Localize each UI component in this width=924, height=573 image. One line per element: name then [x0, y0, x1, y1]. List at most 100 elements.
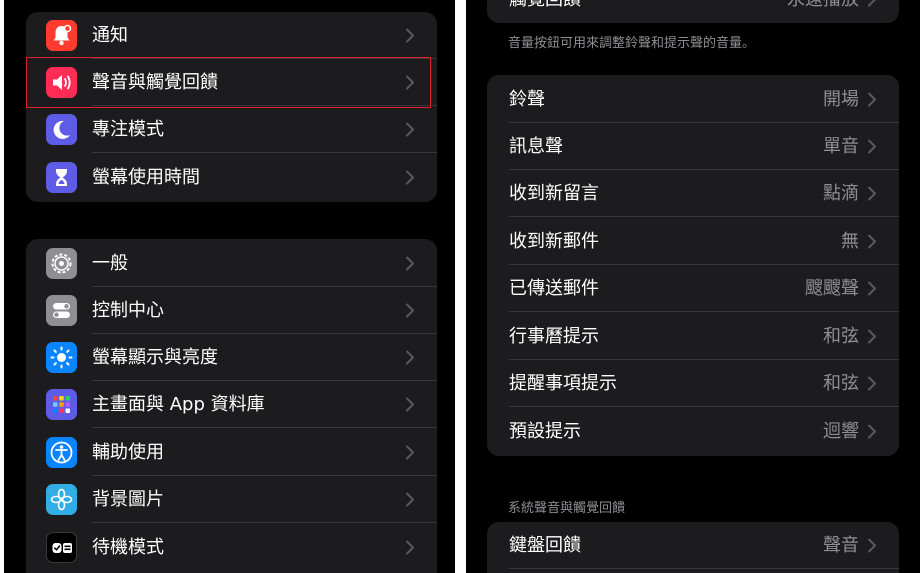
chevron-right-icon — [406, 350, 414, 365]
settings-item-calendar-alerts[interactable]: 行事曆提示 和弦 — [487, 313, 899, 360]
row-separator — [92, 427, 437, 428]
settings-item-label: 鍵盤回饋 — [509, 535, 581, 556]
settings-item-reminder-alerts[interactable]: 提醒事項提示 和弦 — [487, 360, 899, 407]
settings-item-label: 螢幕顯示與亮度 — [92, 347, 218, 368]
chevron-right-icon — [406, 540, 414, 555]
row-separator — [92, 522, 437, 523]
chevron-right-icon — [406, 256, 414, 271]
chevron-right-icon — [868, 234, 876, 249]
row-separator — [509, 406, 899, 407]
chevron-right-icon — [868, 281, 876, 296]
settings-item-label: 鈴聲 — [509, 89, 545, 110]
settings-item-standby[interactable]: 待機模式 — [26, 524, 437, 571]
sounds-haptics-panel: 觸覺回饋 永遠播放 音量按鈕可用來調整鈴聲和提示聲的音量。 鈴聲 開場 訊息聲 … — [466, 0, 920, 573]
chevron-right-icon — [406, 492, 414, 507]
settings-item-label: 收到新留言 — [509, 183, 599, 204]
settings-item-focus[interactable]: 專注模式 — [26, 106, 437, 153]
chevron-right-icon — [406, 122, 414, 137]
settings-item-default-alerts[interactable]: 預設提示 迴響 — [487, 408, 899, 455]
bell-icon — [46, 20, 77, 51]
settings-item-label: 訊息聲 — [509, 136, 563, 157]
settings-item-label: 已傳送郵件 — [509, 278, 599, 299]
settings-item-ringtone[interactable]: 鈴聲 開場 — [487, 76, 899, 123]
settings-item-label: 背景圖片 — [92, 489, 164, 510]
settings-item-label: 聲音與觸覺回饋 — [92, 72, 218, 93]
settings-item-text-tone[interactable]: 訊息聲 單音 — [487, 123, 899, 170]
settings-item-label: 待機模式 — [92, 537, 164, 558]
settings-item-wallpaper[interactable]: 背景圖片 — [26, 476, 437, 523]
chevron-right-icon — [868, 329, 876, 344]
settings-item-general[interactable]: 一般 — [26, 240, 437, 287]
section-header-system-sounds: 系統聲音與觸覺回饋 — [508, 501, 626, 516]
haptics-group: 觸覺回饋 永遠播放 — [487, 0, 899, 23]
settings-item-value: 開場 — [823, 89, 859, 110]
settings-item-label: 預設提示 — [509, 421, 581, 442]
settings-item-label: 收到新郵件 — [509, 231, 599, 252]
settings-item-label: 專注模式 — [92, 119, 164, 140]
hourglass-icon — [46, 162, 77, 193]
settings-item-value: 單音 — [823, 136, 859, 157]
row-separator — [509, 568, 899, 569]
moon-icon — [46, 114, 77, 145]
chevron-right-icon — [406, 303, 414, 318]
sun-icon — [46, 342, 77, 373]
settings-item-value: 颼颼聲 — [805, 278, 859, 299]
app-grid-icon — [46, 389, 77, 420]
settings-item-label: 行事曆提示 — [509, 326, 599, 347]
row-separator — [92, 152, 437, 153]
chevron-right-icon — [406, 445, 414, 460]
settings-item-sounds-haptics[interactable]: 聲音與觸覺回饋 — [26, 59, 437, 106]
settings-item-screen-time[interactable]: 螢幕使用時間 — [26, 154, 437, 201]
volume-footnote: 音量按鈕可用來調整鈴聲和提示聲的音量。 — [508, 36, 756, 51]
settings-group-1: 通知 聲音與觸覺回饋 專注模式 螢幕使用時間 — [26, 12, 437, 202]
chevron-right-icon — [406, 397, 414, 412]
row-separator — [509, 311, 899, 312]
settings-item-value: 永遠播放 — [787, 0, 859, 23]
settings-item-value: 迴響 — [823, 421, 859, 442]
toggles-icon — [46, 295, 77, 326]
chevron-right-icon — [868, 538, 876, 553]
chevron-right-icon — [406, 170, 414, 185]
settings-item-label: 輔助使用 — [92, 442, 164, 463]
settings-item-new-voicemail[interactable]: 收到新留言 點滴 — [487, 170, 899, 217]
chevron-right-icon — [406, 75, 414, 90]
sounds-group: 鈴聲 開場 訊息聲 單音 收到新留言 點滴 收到新郵件 無 已傳送郵件 颼颼聲 — [487, 75, 899, 456]
settings-item-value: 和弦 — [823, 326, 859, 347]
settings-group-2: 一般 控制中心 螢幕顯示與亮度 主畫面與 App 資料庫 輔助使用 背景圖片 待… — [26, 239, 437, 573]
row-separator — [509, 216, 899, 217]
settings-item-label: 通知 — [92, 25, 128, 46]
settings-item-label: 螢幕使用時間 — [92, 167, 200, 188]
settings-list-panel: 通知 聲音與觸覺回饋 專注模式 螢幕使用時間 一般 控制中心 螢幕顯示與亮度 主… — [4, 0, 455, 573]
settings-item-haptics[interactable]: 觸覺回饋 永遠播放 — [487, 0, 899, 23]
chevron-right-icon — [406, 28, 414, 43]
settings-item-label: 觸覺回饋 — [509, 0, 581, 23]
chevron-right-icon — [868, 92, 876, 107]
settings-item-label: 提醒事項提示 — [509, 373, 617, 394]
chevron-right-icon — [868, 376, 876, 391]
settings-item-label: 主畫面與 App 資料庫 — [92, 394, 265, 415]
settings-item-home-screen[interactable]: 主畫面與 App 資料庫 — [26, 381, 437, 428]
chevron-right-icon — [868, 424, 876, 439]
settings-item-control-center[interactable]: 控制中心 — [26, 287, 437, 334]
settings-item-value: 和弦 — [823, 373, 859, 394]
settings-item-label: 一般 — [92, 253, 128, 274]
chevron-right-icon — [868, 186, 876, 201]
settings-item-sent-mail[interactable]: 已傳送郵件 颼颼聲 — [487, 265, 899, 312]
settings-item-value: 聲音 — [823, 535, 859, 556]
settings-item-label: 控制中心 — [92, 300, 164, 321]
speaker-icon — [46, 67, 77, 98]
chevron-right-icon — [868, 0, 876, 7]
settings-item-keyboard-feedback[interactable]: 鍵盤回饋 聲音 — [487, 522, 899, 569]
settings-item-display-brightness[interactable]: 螢幕顯示與亮度 — [26, 334, 437, 381]
settings-item-new-mail[interactable]: 收到新郵件 無 — [487, 218, 899, 265]
settings-item-accessibility[interactable]: 輔助使用 — [26, 429, 437, 476]
settings-item-value: 無 — [841, 231, 859, 252]
settings-item-value: 點滴 — [823, 183, 859, 204]
accessibility-icon — [46, 437, 77, 468]
standby-icon — [46, 532, 77, 563]
system-sounds-group: 鍵盤回饋 聲音 — [487, 522, 899, 573]
settings-item-notifications[interactable]: 通知 — [26, 12, 437, 59]
chevron-right-icon — [868, 139, 876, 154]
gear-icon — [46, 248, 77, 279]
flower-icon — [46, 484, 77, 515]
